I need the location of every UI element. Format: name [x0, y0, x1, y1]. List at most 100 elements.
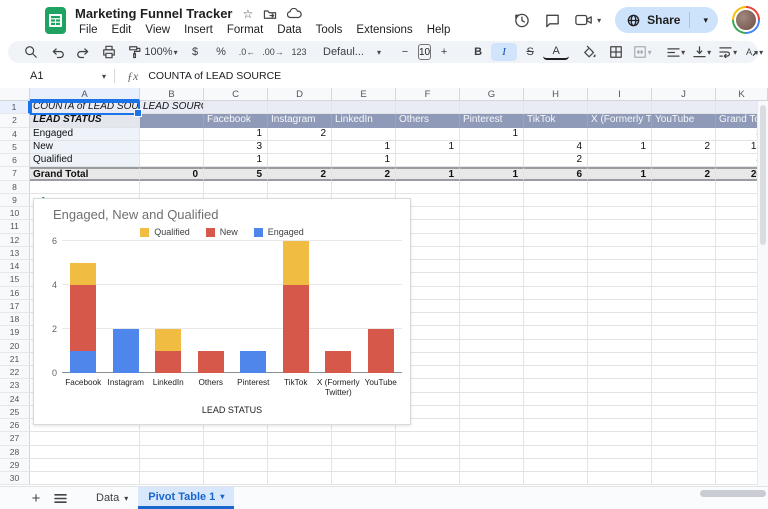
row-header-14[interactable]: 14 — [0, 260, 30, 273]
row-header-1[interactable]: 1 — [0, 101, 30, 114]
row-header-9[interactable]: 9 — [0, 194, 30, 207]
cell-H9[interactable] — [524, 194, 588, 207]
cell-J12[interactable] — [652, 234, 716, 247]
cell-C5[interactable]: 3 — [204, 141, 268, 154]
cell-D29[interactable] — [268, 459, 332, 472]
cell-I10[interactable] — [588, 207, 652, 220]
column-header-B[interactable]: B — [140, 88, 204, 101]
cell-A28[interactable] — [30, 446, 140, 459]
cell-J10[interactable] — [652, 207, 716, 220]
format-percent-button[interactable]: % — [208, 43, 234, 61]
cell-C7[interactable]: 5 — [204, 167, 268, 180]
column-header-E[interactable]: E — [332, 88, 396, 101]
cell-G24[interactable] — [460, 393, 524, 406]
cell-H28[interactable] — [524, 446, 588, 459]
cell-G28[interactable] — [460, 446, 524, 459]
bar-segment-engaged-instagram[interactable] — [113, 329, 139, 373]
legend-item-new[interactable]: New — [206, 227, 238, 237]
horizontal-align-icon[interactable]: ▾ — [663, 43, 689, 61]
cell-B6[interactable] — [140, 154, 204, 167]
cell-H21[interactable] — [524, 353, 588, 366]
cell-C30[interactable] — [204, 472, 268, 485]
cell-G26[interactable] — [460, 419, 524, 432]
cell-I2[interactable]: X (Formerly Twit — [588, 114, 652, 127]
cell-F6[interactable] — [396, 154, 460, 167]
increase-font-size-button[interactable]: + — [431, 43, 457, 61]
cell-A5[interactable]: New — [30, 141, 140, 154]
row-header-4[interactable]: 4▼ — [0, 128, 30, 141]
cell-G2[interactable]: Pinterest — [460, 114, 524, 127]
cell-J18[interactable] — [652, 313, 716, 326]
cell-G4[interactable]: 1 — [460, 128, 524, 141]
meet-caret-icon[interactable]: ▾ — [597, 16, 601, 25]
row-header-25[interactable]: 25 — [0, 406, 30, 419]
column-header-H[interactable]: H — [524, 88, 588, 101]
share-button[interactable]: Share ▾ — [615, 7, 718, 33]
row-header-18[interactable]: 18 — [0, 313, 30, 326]
cell-I21[interactable] — [588, 353, 652, 366]
cell-F2[interactable]: Others — [396, 114, 460, 127]
cell-J25[interactable] — [652, 406, 716, 419]
cell-G20[interactable] — [460, 340, 524, 353]
column-header-K[interactable]: K — [716, 88, 768, 101]
cell-H5[interactable]: 4 — [524, 141, 588, 154]
column-header-J[interactable]: J — [652, 88, 716, 101]
cell-E2[interactable]: LinkedIn — [332, 114, 396, 127]
cell-G27[interactable] — [460, 432, 524, 445]
cell-F5[interactable]: 1 — [396, 141, 460, 154]
cell-E27[interactable] — [332, 432, 396, 445]
cell-F30[interactable] — [396, 472, 460, 485]
menu-item-edit[interactable]: Edit — [105, 22, 139, 38]
cell-J8[interactable] — [652, 181, 716, 194]
horizontal-scrollbar[interactable] — [700, 490, 766, 497]
cell-D28[interactable] — [268, 446, 332, 459]
increase-decimal-button[interactable]: .00→ — [260, 43, 286, 61]
row-header-15[interactable]: 15 — [0, 273, 30, 286]
meet-video-icon[interactable]: ▾ — [575, 13, 601, 27]
row-header-22[interactable]: 22 — [0, 366, 30, 379]
cell-C29[interactable] — [204, 459, 268, 472]
cell-A2[interactable]: LEAD STATUS — [30, 114, 140, 127]
bar-segment-new-tiktok[interactable] — [283, 285, 309, 373]
cell-I27[interactable] — [588, 432, 652, 445]
document-title[interactable]: Marketing Funnel Tracker — [75, 6, 233, 21]
cell-I20[interactable] — [588, 340, 652, 353]
comments-icon[interactable] — [544, 12, 561, 29]
sheets-logo-icon[interactable] — [45, 7, 66, 34]
cell-B29[interactable] — [140, 459, 204, 472]
cell-F7[interactable]: 1 — [396, 167, 460, 180]
cell-B30[interactable] — [140, 472, 204, 485]
cell-D5[interactable] — [268, 141, 332, 154]
cell-B28[interactable] — [140, 446, 204, 459]
cell-J14[interactable] — [652, 260, 716, 273]
cell-J21[interactable] — [652, 353, 716, 366]
cell-I30[interactable] — [588, 472, 652, 485]
row-header-11[interactable]: 11 — [0, 220, 30, 233]
row-header-24[interactable]: 24 — [0, 393, 30, 406]
column-header-C[interactable]: C — [204, 88, 268, 101]
cell-F29[interactable] — [396, 459, 460, 472]
bar-segment-new-x-formerly-twitter-[interactable] — [325, 351, 351, 373]
cell-E8[interactable] — [332, 181, 396, 194]
row-header-29[interactable]: 29 — [0, 459, 30, 472]
cell-H20[interactable] — [524, 340, 588, 353]
name-box[interactable]: A1 ▾ — [0, 70, 114, 82]
cell-J30[interactable] — [652, 472, 716, 485]
cell-D30[interactable] — [268, 472, 332, 485]
row-header-23[interactable]: 23 — [0, 379, 30, 392]
cell-H29[interactable] — [524, 459, 588, 472]
cell-C1[interactable] — [204, 101, 268, 114]
cell-I13[interactable] — [588, 247, 652, 260]
cell-J16[interactable] — [652, 287, 716, 300]
cell-H16[interactable] — [524, 287, 588, 300]
cell-J2[interactable]: YouTube — [652, 114, 716, 127]
cell-A1[interactable]: COUNTA of LEAD SOURCE — [30, 101, 140, 114]
cell-H11[interactable] — [524, 220, 588, 233]
cell-B8[interactable] — [140, 181, 204, 194]
cell-J17[interactable] — [652, 300, 716, 313]
row-header-20[interactable]: 20 — [0, 340, 30, 353]
cell-J19[interactable] — [652, 326, 716, 339]
cell-J23[interactable] — [652, 379, 716, 392]
cell-J24[interactable] — [652, 393, 716, 406]
cell-A8[interactable] — [30, 181, 140, 194]
